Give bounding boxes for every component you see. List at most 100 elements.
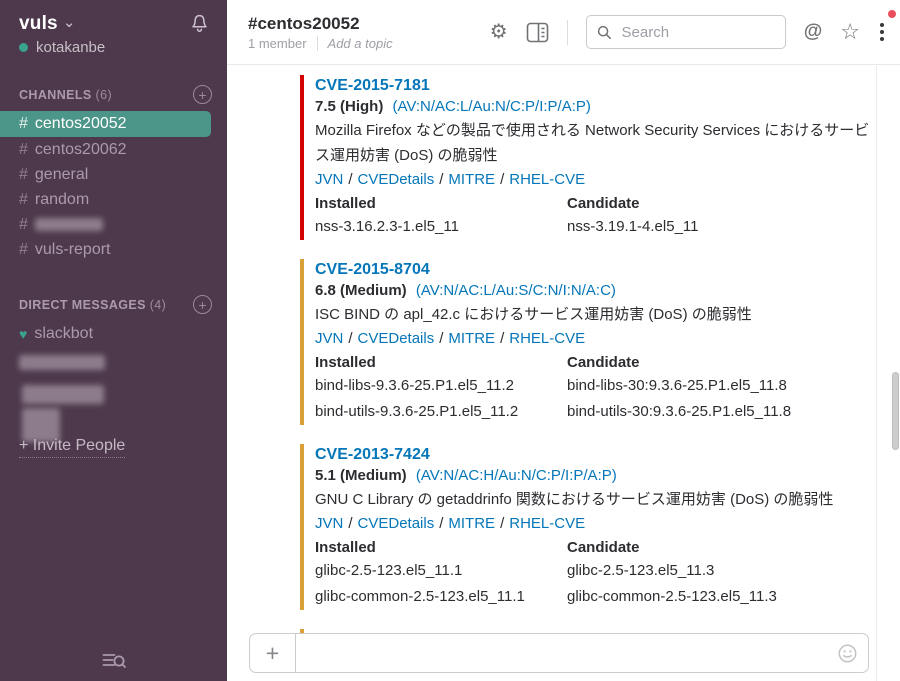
attach-file-button[interactable]: +: [250, 634, 296, 672]
rhel-cve-link[interactable]: RHEL-CVE: [509, 171, 585, 188]
mitre-link[interactable]: MITRE: [448, 515, 495, 532]
sidebar-item-centos20052[interactable]: # centos20052: [0, 111, 211, 137]
rhel-cve-link[interactable]: RHEL-CVE: [509, 515, 585, 532]
blurred-dm-name[interactable]: [19, 355, 105, 370]
workspace-menu-button[interactable]: vuls ⌄: [19, 13, 75, 35]
sidebar-item-random[interactable]: # random: [0, 187, 227, 212]
cvss-vector-link[interactable]: (AV:N/AC:H/Au:N/C:P/I:P/A:P): [416, 467, 617, 484]
cvss-score: 5.1 (Medium): [315, 467, 407, 484]
candidate-package: glibc-2.5-123.el5_11.3: [567, 558, 876, 584]
candidate-package: nss-3.19.1-4.el5_11: [567, 214, 876, 240]
dm-section-header: DIRECT MESSAGES (4) +: [0, 295, 227, 314]
installed-package: glibc-2.5-123.el5_11.1: [315, 558, 567, 584]
mitre-link[interactable]: MITRE: [448, 171, 495, 188]
sidebar-item-slackbot[interactable]: ♥ slackbot: [0, 321, 227, 346]
channel-header-info: #centos20052 1 member Add a topic: [248, 13, 393, 51]
sidebar-item-general[interactable]: # general: [0, 162, 227, 187]
dm-label: DIRECT MESSAGES: [19, 298, 146, 312]
installed-package: nss-3.16.2.3-1.el5_11: [315, 214, 567, 240]
search-box[interactable]: [586, 15, 786, 49]
workspace-name: vuls: [19, 13, 58, 35]
cvss-score: 6.8 (Medium): [315, 282, 407, 299]
link-separator: /: [348, 330, 352, 347]
dm-label: slackbot: [34, 325, 93, 343]
member-count[interactable]: 1 member: [248, 36, 307, 51]
slack-app: vuls ⌄ kotakanbe CHANNELS (6) +: [0, 0, 900, 681]
installed-label: Installed: [315, 537, 567, 558]
hash-icon: #: [19, 115, 28, 133]
list-search-icon: [100, 649, 127, 672]
channel-browser-search-icon[interactable]: [100, 649, 127, 677]
sidebar-item-vuls-report[interactable]: # vuls-report: [0, 237, 227, 262]
cve-id-link[interactable]: CVE-2015-7181: [315, 75, 430, 96]
mitre-link[interactable]: MITRE: [448, 330, 495, 347]
link-separator: /: [439, 330, 443, 347]
hash-icon: #: [19, 141, 28, 159]
cve-id-link[interactable]: CVE-2015-8704: [315, 259, 430, 280]
sidebar-item-blurred-channel[interactable]: #: [0, 212, 227, 237]
channel-label: random: [35, 191, 89, 209]
cve-id-link[interactable]: CVE-2013-7424: [315, 444, 430, 465]
workspace-row: vuls ⌄: [0, 0, 227, 35]
installed-package: bind-libs-9.3.6-25.P1.el5_11.2: [315, 373, 567, 399]
cvss-row: 7.5 (High) (AV:N/AC:L/Au:N/C:P/I:P/A:P): [315, 96, 876, 118]
cve-summary: ISC BIND の apl_42.c におけるサービス運用妨害 (DoS) の…: [315, 302, 871, 327]
link-separator: /: [348, 515, 352, 532]
jvn-link[interactable]: JVN: [315, 515, 343, 532]
cvss-row: 5.1 (Medium) (AV:N/AC:H/Au:N/C:P/I:P/A:P…: [315, 465, 876, 487]
message-composer: +: [249, 633, 869, 673]
presence-dot-icon: [19, 43, 28, 52]
more-options-icon[interactable]: [878, 21, 886, 43]
panel-icon: [526, 22, 549, 43]
notifications-bell-icon[interactable]: [190, 13, 209, 34]
emoji-picker-icon[interactable]: [837, 643, 858, 664]
link-separator: /: [500, 330, 504, 347]
sidebar-item-centos20062[interactable]: # centos20062: [0, 137, 227, 162]
blurred-dm-name[interactable]: [22, 385, 104, 404]
channel-label: centos20062: [35, 141, 127, 159]
cvss-vector-link[interactable]: (AV:N/AC:L/Au:N/C:P/I:P/A:P): [393, 98, 591, 115]
channel-label: centos20052: [35, 115, 127, 133]
candidate-field: Candidate nss-3.19.1-4.el5_11: [567, 193, 876, 240]
channels-header-label[interactable]: CHANNELS (6): [19, 88, 112, 102]
message-input[interactable]: [296, 634, 837, 672]
mentions-at-icon[interactable]: @: [804, 21, 823, 43]
candidate-label: Candidate: [567, 193, 876, 214]
candidate-package: glibc-common-2.5-123.el5_11.3: [567, 584, 876, 610]
candidate-package: bind-libs-30:9.3.6-25.P1.el5_11.8: [567, 373, 876, 399]
cvedetails-link[interactable]: CVEDetails: [358, 515, 435, 532]
installed-label: Installed: [315, 352, 567, 373]
notification-badge-dot: [888, 10, 896, 18]
message-list: CVE-2015-7181 7.5 (High) (AV:N/AC:L/Au:N…: [227, 65, 900, 681]
starred-items-icon[interactable]: ☆: [840, 19, 860, 45]
invite-people-link[interactable]: + Invite People: [19, 437, 125, 458]
link-separator: /: [500, 515, 504, 532]
jvn-link[interactable]: JVN: [315, 171, 343, 188]
rhel-cve-link[interactable]: RHEL-CVE: [509, 330, 585, 347]
link-separator: /: [439, 171, 443, 188]
add-channel-icon[interactable]: +: [193, 85, 212, 104]
search-input[interactable]: [620, 23, 775, 42]
flexpane-toggle-icon[interactable]: [526, 22, 549, 43]
add-dm-icon[interactable]: +: [193, 295, 212, 314]
cvss-vector-link[interactable]: (AV:N/AC:L/Au:S/C:N/I:N/A:C): [416, 282, 616, 299]
main-panel: #centos20052 1 member Add a topic ⚙: [227, 0, 900, 681]
channel-settings-gear-icon[interactable]: ⚙: [490, 22, 508, 42]
dm-header-label[interactable]: DIRECT MESSAGES (4): [19, 298, 166, 312]
link-separator: /: [500, 171, 504, 188]
cvedetails-link[interactable]: CVEDetails: [358, 330, 435, 347]
channel-list: # centos20052 # centos20062 # general # …: [0, 111, 227, 262]
cvedetails-link[interactable]: CVEDetails: [358, 171, 435, 188]
jvn-link[interactable]: JVN: [315, 330, 343, 347]
installed-field: Installed nss-3.16.2.3-1.el5_11: [315, 193, 567, 240]
reference-links: JVN/CVEDetails/MITRE/RHEL-CVE: [315, 168, 876, 191]
channels-label: CHANNELS: [19, 88, 92, 102]
current-user[interactable]: kotakanbe: [0, 39, 227, 56]
scrollbar-thumb[interactable]: [892, 372, 899, 450]
installed-field: Installed glibc-2.5-123.el5_11.1 glibc-c…: [315, 537, 567, 610]
candidate-label: Candidate: [567, 352, 876, 373]
cve-attachment: CVE-2015-8704 6.8 (Medium) (AV:N/AC:L/Au…: [300, 259, 876, 425]
add-topic-link[interactable]: Add a topic: [328, 36, 393, 51]
channels-count: (6): [96, 88, 112, 102]
toolbar-divider: [567, 20, 568, 45]
